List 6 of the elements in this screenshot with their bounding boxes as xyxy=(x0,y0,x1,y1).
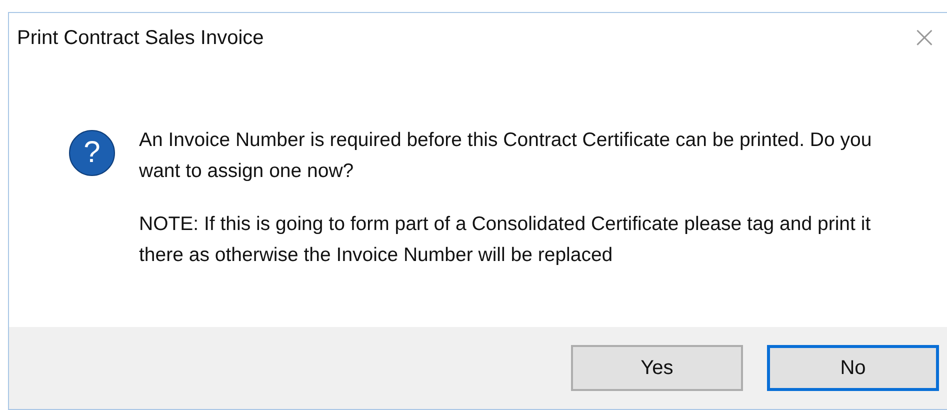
message-text: NOTE: If this is going to form part of a Consolidated Certificate please tag and print it there as otherwise the Invoice Number will be replaced xyxy=(139,212,872,268)
question-icon: ? xyxy=(69,130,115,176)
yes-button[interactable]: Yes xyxy=(571,345,743,391)
window-title: Print Contract Sales Invoice xyxy=(17,26,264,50)
no-button[interactable]: No xyxy=(767,345,939,391)
message-text: An Invoice Number is required before this Contract Certificate can be printed. Do you want to assign one now? xyxy=(139,128,873,184)
